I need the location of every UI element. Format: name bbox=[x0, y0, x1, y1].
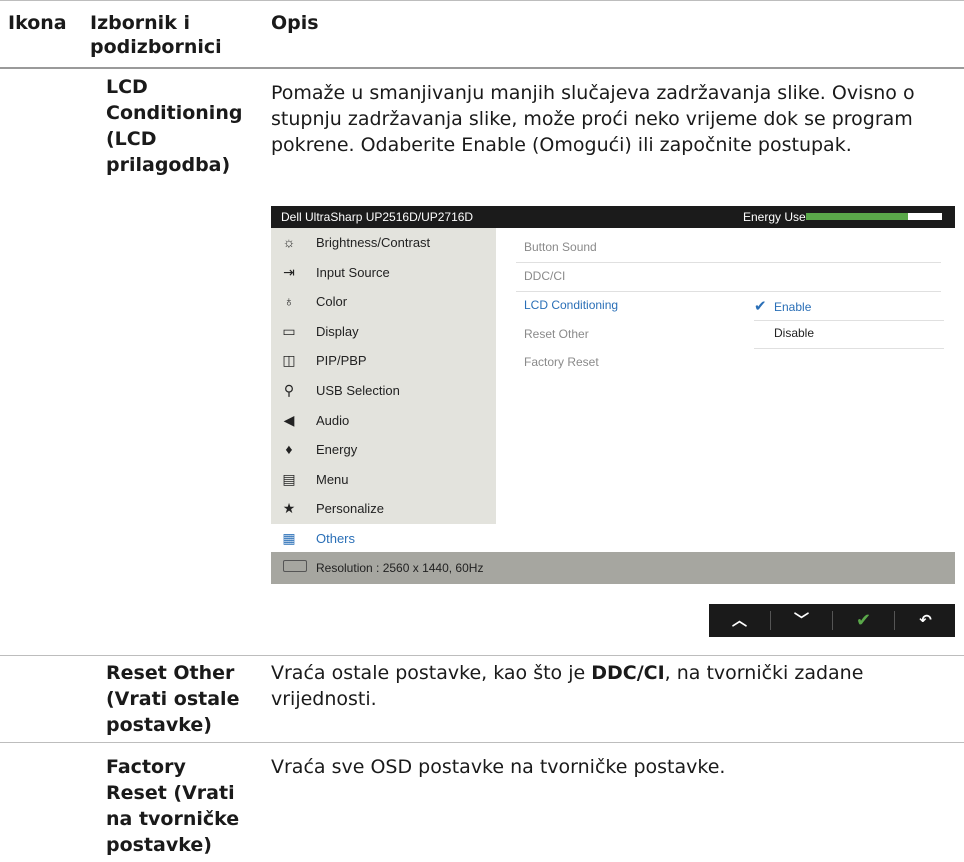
header-menu: Izbornik i podizbornici bbox=[90, 12, 222, 58]
osd-menu-label: Others bbox=[316, 531, 356, 546]
osd-menu-label: Display bbox=[316, 323, 359, 339]
submenu-reset-other[interactable]: Reset Other bbox=[524, 327, 589, 341]
resolution-text: Resolution : 2560 x 1440, 60Hz bbox=[316, 561, 484, 575]
option-divider bbox=[754, 320, 944, 321]
header-rule bbox=[0, 67, 964, 69]
osd-menu-label: PIP/PBP bbox=[316, 353, 367, 369]
header-icon: Ikona bbox=[8, 12, 67, 34]
header-description: Opis bbox=[271, 12, 319, 34]
table-top-rule bbox=[0, 0, 964, 1]
pip-icon: ◫ bbox=[282, 352, 296, 369]
chevron-up-icon[interactable]: ︿ bbox=[709, 604, 770, 637]
osd-model-name: Dell UltraSharp UP2516D/UP2716D bbox=[281, 210, 474, 224]
color-icon: ♁ bbox=[283, 293, 295, 310]
osd-menu-item[interactable]: ⇥ Input Source bbox=[271, 258, 496, 287]
osd-submenu: Button Sound DDC/CI LCD Conditioning Res… bbox=[496, 228, 955, 552]
check-icon[interactable]: ✔ bbox=[833, 604, 894, 637]
submenu-divider bbox=[516, 291, 941, 292]
row-rule bbox=[0, 742, 964, 743]
submenu-divider bbox=[516, 262, 941, 263]
chevron-down-icon[interactable]: ﹀ bbox=[771, 604, 832, 637]
menu-factory-reset: Factory Reset (Vrati na tvorničke postav… bbox=[106, 756, 240, 856]
others-icon: ▦ bbox=[282, 530, 296, 546]
back-icon[interactable]: ↶ bbox=[895, 604, 956, 637]
energy-use-fill bbox=[806, 213, 908, 220]
osd-menu-label: Audio bbox=[316, 412, 350, 428]
description-lcd-conditioning: Pomaže u smanjivanju manjih slučajeva za… bbox=[271, 82, 915, 156]
option-enable[interactable]: Enable bbox=[774, 300, 811, 314]
menu-reset-other: Reset Other (Vrati ostale postavke) bbox=[106, 662, 240, 736]
resolution-icon bbox=[283, 560, 307, 572]
description-factory-reset: Vraća sve OSD postavke na tvorničke post… bbox=[271, 756, 726, 778]
input-source-icon: ⇥ bbox=[283, 263, 295, 280]
osd-menu-label: Brightness/Contrast bbox=[316, 235, 431, 250]
osd-menu-label: USB Selection bbox=[316, 383, 400, 398]
osd-menu-item[interactable]: ▭ Display bbox=[271, 317, 496, 346]
osd-menu-item[interactable]: ★ Personalize bbox=[271, 494, 496, 523]
osd-menu-item[interactable]: ▤ Menu bbox=[271, 465, 496, 494]
osd-energy-label: Energy Use bbox=[743, 210, 806, 224]
osd-menu-image: Dell UltraSharp UP2516D/UP2716D Energy U… bbox=[271, 206, 955, 584]
submenu-lcd-conditioning[interactable]: LCD Conditioning bbox=[524, 298, 618, 312]
row-rule bbox=[0, 655, 964, 656]
osd-menu-item[interactable]: ☼ Brightness/Contrast bbox=[271, 228, 496, 257]
osd-status-bar: Resolution : 2560 x 1440, 60Hz bbox=[271, 552, 955, 584]
osd-menu-item[interactable]: ◫ PIP/PBP bbox=[271, 346, 496, 375]
check-icon: ✔ bbox=[754, 298, 767, 315]
sun-icon: ☼ bbox=[282, 234, 296, 250]
menu-lcd-conditioning: LCD Conditioning (LCD prilagodba) bbox=[106, 76, 243, 176]
osd-menu-label: Input Source bbox=[316, 264, 390, 280]
osd-nav-buttons: ︿ ﹀ ✔ ↶ bbox=[709, 604, 955, 637]
submenu-ddc-ci[interactable]: DDC/CI bbox=[524, 269, 565, 283]
leaf-icon: ♦ bbox=[285, 441, 293, 458]
submenu-button-sound[interactable]: Button Sound bbox=[524, 240, 597, 254]
speaker-icon: ◀ bbox=[283, 411, 295, 428]
menu-icon: ▤ bbox=[282, 470, 296, 487]
osd-menu-item[interactable]: ⚲ USB Selection bbox=[271, 376, 496, 405]
submenu-factory-reset[interactable]: Factory Reset bbox=[524, 355, 599, 369]
osd-menu-item[interactable]: ◀ Audio bbox=[271, 406, 496, 435]
osd-menu-label: Color bbox=[316, 294, 348, 310]
osd-menu-label: Personalize bbox=[316, 501, 384, 517]
option-divider bbox=[754, 348, 944, 349]
osd-main-menu: ☼ Brightness/Contrast ⇥ Input Source ♁ Color ▭… bbox=[271, 228, 496, 524]
osd-menu-item[interactable]: ♁ Color bbox=[271, 287, 496, 316]
monitor-icon: ▭ bbox=[282, 322, 296, 339]
osd-title-bar: Dell UltraSharp UP2516D/UP2716D Energy U… bbox=[271, 206, 955, 228]
star-icon: ★ bbox=[282, 500, 296, 517]
energy-use-meter bbox=[806, 213, 942, 220]
osd-menu-item[interactable]: ♦ Energy bbox=[271, 435, 496, 464]
osd-menu-label: Energy bbox=[316, 442, 358, 458]
osd-menu-label: Menu bbox=[316, 471, 349, 487]
option-disable[interactable]: Disable bbox=[774, 326, 814, 340]
usb-icon: ⚲ bbox=[283, 382, 295, 398]
description-reset-other: Vraća ostale postavke, kao što je DDC/CI… bbox=[271, 662, 864, 710]
osd-menu-item-others[interactable]: ▦ Others bbox=[271, 524, 496, 552]
